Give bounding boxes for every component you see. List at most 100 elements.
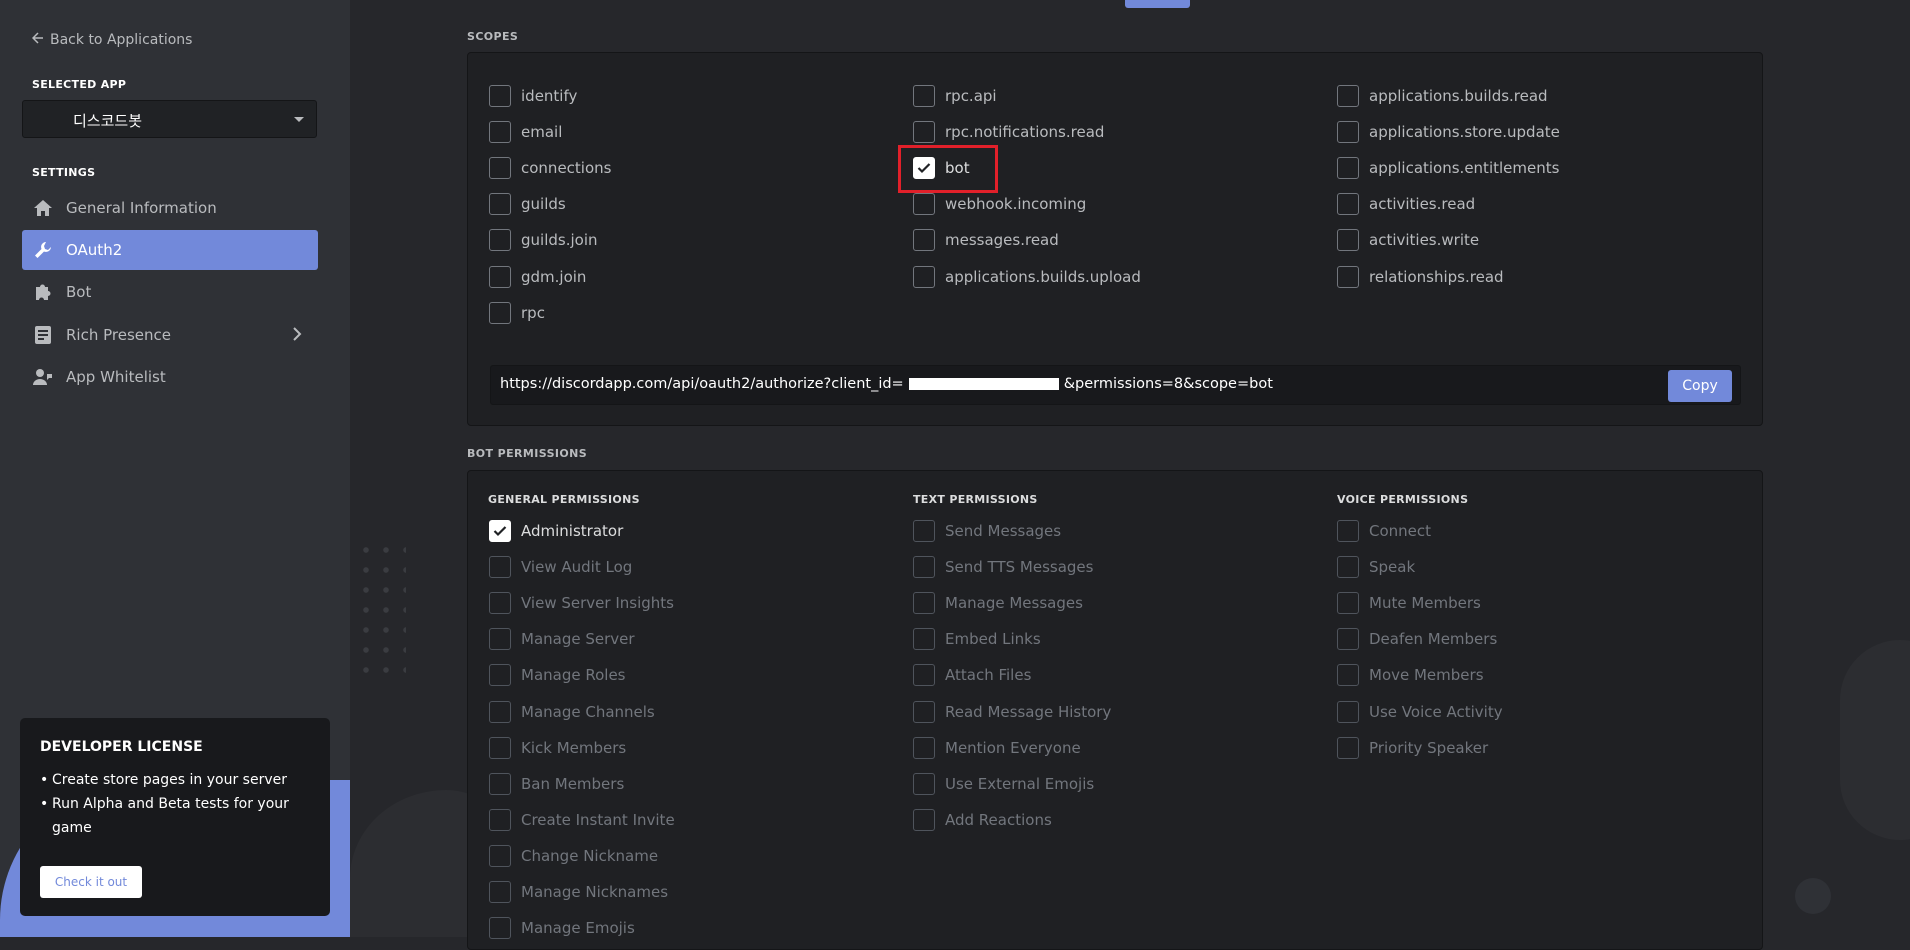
url-prefix: https://discordapp.com/api/oauth2/author… <box>500 376 904 392</box>
scope-messages-read-checkbox[interactable]: messages.read <box>913 229 1059 252</box>
checkbox-box <box>1337 628 1359 651</box>
perm-view-server-insights-checkbox[interactable]: View Server Insights <box>489 592 674 615</box>
checkbox-label: Connect <box>1369 522 1432 540</box>
perm-move-members-checkbox[interactable]: Move Members <box>1337 664 1484 687</box>
sidebar-item-app-whitelist[interactable]: App Whitelist <box>22 357 318 397</box>
scope-email-checkbox[interactable]: email <box>489 121 562 144</box>
perm-manage-channels-checkbox[interactable]: Manage Channels <box>489 700 655 723</box>
scope-guilds-checkbox[interactable]: guilds <box>489 193 566 216</box>
checkbox-box <box>1337 520 1359 542</box>
checkbox-label: Change Nickname <box>521 846 659 865</box>
back-to-applications-link[interactable]: Back to Applications <box>31 32 192 48</box>
sidebar-item-general-information[interactable]: General Information <box>22 188 318 228</box>
perm-mute-members-checkbox[interactable]: Mute Members <box>1337 592 1481 615</box>
scope-identify-checkbox[interactable]: identify <box>489 85 577 107</box>
perm-use-voice-activity-checkbox[interactable]: Use Voice Activity <box>1337 700 1503 723</box>
perm-view-audit-log-checkbox[interactable]: View Audit Log <box>489 556 633 579</box>
checkbox-label: View Audit Log <box>521 558 633 577</box>
scope-gdm-join-checkbox[interactable]: gdm.join <box>489 265 586 288</box>
perm-deafen-members-checkbox[interactable]: Deafen Members <box>1337 628 1498 651</box>
perm-connect-checkbox[interactable]: Connect <box>1337 520 1431 542</box>
puzzle-icon <box>32 281 54 303</box>
perm-manage-messages-checkbox[interactable]: Manage Messages <box>913 592 1083 615</box>
scope-applications-builds-read-checkbox[interactable]: applications.builds.read <box>1337 85 1548 107</box>
voice-permissions-heading: VOICE PERMISSIONS <box>1337 493 1469 506</box>
checkbox-label: Manage Roles <box>521 666 626 685</box>
sidebar: Back to Applications SELECTED APP 디스코드봇 … <box>0 0 350 937</box>
scope-rpc-checkbox[interactable]: rpc <box>489 301 545 324</box>
checkbox-label: Use External Emojis <box>945 774 1095 793</box>
developer-license-card: DEVELOPER LICENSE Create store pages in … <box>20 718 330 916</box>
scope-relationships-read-checkbox[interactable]: relationships.read <box>1337 265 1504 288</box>
perm-create-instant-invite-checkbox[interactable]: Create Instant Invite <box>489 808 675 831</box>
checkbox-label: identify <box>521 87 578 105</box>
checkbox-box <box>1337 121 1359 144</box>
perm-embed-links-checkbox[interactable]: Embed Links <box>913 628 1041 651</box>
perm-kick-members-checkbox[interactable]: Kick Members <box>489 736 626 759</box>
checkbox-box <box>1337 700 1359 723</box>
oauth-url-field[interactable]: https://discordapp.com/api/oauth2/author… <box>490 365 1741 405</box>
perm-manage-server-checkbox[interactable]: Manage Server <box>489 628 635 651</box>
checkbox-label: activities.write <box>1369 231 1480 250</box>
scope-activities-read-checkbox[interactable]: activities.read <box>1337 193 1475 216</box>
perm-add-reactions-checkbox[interactable]: Add Reactions <box>913 808 1052 831</box>
app-select-dropdown[interactable]: 디스코드봇 <box>22 100 317 138</box>
perm-manage-roles-checkbox[interactable]: Manage Roles <box>489 664 626 687</box>
checkbox-box <box>489 700 511 723</box>
scope-applications-builds-upload-checkbox[interactable]: applications.builds.upload <box>913 265 1141 288</box>
perm-send-tts-messages-checkbox[interactable]: Send TTS Messages <box>913 556 1094 579</box>
perm-manage-emojis-checkbox[interactable]: Manage Emojis <box>489 917 635 940</box>
perm-change-nickname-checkbox[interactable]: Change Nickname <box>489 844 659 867</box>
list-item: Create store pages in your server <box>40 768 310 792</box>
scope-connections-checkbox[interactable]: connections <box>489 157 611 180</box>
checkbox-label: relationships.read <box>1369 267 1504 286</box>
decorative-dots <box>356 540 406 680</box>
copy-button[interactable]: Copy <box>1668 370 1732 402</box>
check-it-out-button[interactable]: Check it out <box>40 866 142 898</box>
checkbox-box <box>913 664 935 687</box>
checkbox-label: Mention Everyone <box>945 738 1081 757</box>
perm-manage-nicknames-checkbox[interactable]: Manage Nicknames <box>489 881 668 903</box>
user-phone-icon <box>32 366 54 388</box>
scope-guilds-join-checkbox[interactable]: guilds.join <box>489 229 598 252</box>
scope-activities-write-checkbox[interactable]: activities.write <box>1337 229 1480 252</box>
checkbox-label: rpc.api <box>945 87 997 105</box>
checkbox-box <box>1337 85 1359 107</box>
checkbox-box <box>1337 556 1359 579</box>
perm-speak-checkbox[interactable]: Speak <box>1337 556 1415 579</box>
perm-send-messages-checkbox[interactable]: Send Messages <box>913 520 1061 542</box>
scope-applications-entitlements-checkbox[interactable]: applications.entitlements <box>1337 157 1559 180</box>
scope-rpc-api-checkbox[interactable]: rpc.api <box>913 85 997 107</box>
decorative-shape <box>1840 640 1910 840</box>
scope-webhook-incoming-checkbox[interactable]: webhook.incoming <box>913 193 1086 216</box>
checkbox-box <box>913 556 935 579</box>
perm-ban-members-checkbox[interactable]: Ban Members <box>489 772 624 795</box>
perm-administrator-checkbox[interactable]: Administrator <box>489 520 623 542</box>
sidebar-item-rich-presence[interactable]: Rich Presence <box>22 315 318 355</box>
checkbox-box <box>913 193 935 216</box>
checkbox-label: Send TTS Messages <box>945 558 1094 577</box>
checkbox-label: Embed Links <box>945 630 1041 649</box>
checkbox-label: Deafen Members <box>1369 630 1498 649</box>
url-suffix: &permissions=8&scope=bot <box>1063 376 1273 392</box>
sidebar-item-bot[interactable]: Bot <box>22 272 318 312</box>
perm-read-message-history-checkbox[interactable]: Read Message History <box>913 700 1111 723</box>
perm-mention-everyone-checkbox[interactable]: Mention Everyone <box>913 736 1081 759</box>
sidebar-item-label: App Whitelist <box>66 368 166 386</box>
checkbox-box <box>489 736 511 759</box>
developer-license-list: Create store pages in your server Run Al… <box>40 768 310 840</box>
checkbox-label: rpc.notifications.read <box>945 123 1105 142</box>
scope-applications-store-update-checkbox[interactable]: applications.store.update <box>1337 121 1560 144</box>
bot-permissions-heading: BOT PERMISSIONS <box>467 447 588 460</box>
sidebar-item-label: General Information <box>66 199 217 217</box>
perm-use-external-emojis-checkbox[interactable]: Use External Emojis <box>913 772 1095 795</box>
checkbox-label: Use Voice Activity <box>1369 702 1503 721</box>
checkbox-box <box>913 628 935 651</box>
sidebar-item-oauth2[interactable]: OAuth2 <box>22 230 318 270</box>
checkbox-box <box>489 844 511 867</box>
scope-rpc-notifications-read-checkbox[interactable]: rpc.notifications.read <box>913 121 1105 144</box>
top-button-edge[interactable] <box>1125 0 1190 8</box>
checkbox-box <box>489 772 511 795</box>
perm-priority-speaker-checkbox[interactable]: Priority Speaker <box>1337 736 1488 759</box>
perm-attach-files-checkbox[interactable]: Attach Files <box>913 664 1031 687</box>
